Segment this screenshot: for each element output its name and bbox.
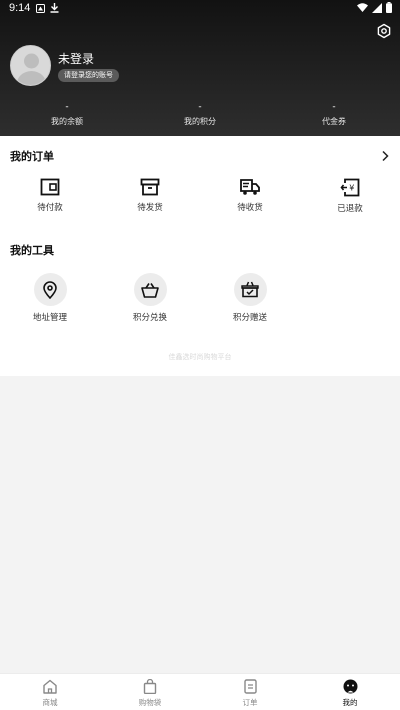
stat-value: - (332, 102, 336, 112)
nav-label: 我的 (342, 698, 358, 707)
signal-icon (372, 2, 382, 13)
order-pending-payment[interactable]: 待付款 (20, 178, 80, 213)
tool-address-management[interactable]: 地址管理 (20, 273, 80, 323)
tool-points-exchange[interactable]: 积分兑换 (120, 273, 180, 323)
order-pending-receipt[interactable]: 待收货 (220, 178, 280, 213)
stat-vouchers[interactable]: - 代金券 (294, 103, 374, 127)
order-refunded[interactable]: ¥ 已退款 (320, 178, 380, 214)
login-status-title: 未登录 (58, 52, 95, 66)
hexagon-settings-icon (377, 23, 391, 39)
status-icons (357, 2, 392, 13)
tool-icon-wrap (133, 273, 167, 306)
tools-section-title: 我的工具 (10, 244, 54, 257)
status-time: 9:14 (9, 2, 31, 14)
nav-shop[interactable]: 商城 (20, 679, 80, 708)
home-icon (43, 679, 57, 694)
order-label: 已退款 (337, 204, 363, 214)
battery-icon (386, 2, 392, 13)
stat-points[interactable]: - 我的积分 (160, 103, 240, 127)
bag-icon (143, 679, 157, 694)
stat-label: 代金券 (322, 117, 346, 126)
basket-icon (141, 282, 159, 298)
order-label: 待发货 (137, 203, 163, 213)
order-label: 待收货 (237, 203, 263, 213)
stat-value: - (65, 102, 69, 112)
nav-label: 订单 (242, 698, 258, 707)
profile-icon (343, 679, 357, 694)
bottom-navigation: 商城 购物袋 订单 我的 (0, 673, 400, 710)
tool-label: 积分赠送 (232, 313, 267, 323)
profile-header: 9:14 未登录 请登录您的账号 - 我的余额 - 我的积分 - 代金券 (0, 0, 400, 136)
platform-footer-note: 佳鑫选时尚购物平台 (168, 353, 232, 361)
nav-label: 购物袋 (138, 698, 162, 707)
user-silhouette-icon (11, 46, 50, 85)
box-icon (140, 178, 160, 196)
orders-more-button[interactable] (380, 147, 390, 162)
status-bar: 9:14 (0, 0, 400, 16)
order-label: 待付款 (37, 203, 63, 213)
tool-label: 地址管理 (32, 313, 67, 323)
tool-points-gift[interactable]: 积分赠送 (220, 273, 280, 323)
chevron-right-icon (382, 150, 389, 162)
login-button[interactable]: 请登录您的账号 (58, 69, 119, 82)
wallet-icon (40, 178, 60, 196)
tool-label: 积分兑换 (132, 313, 167, 323)
main-content: 我的订单 待付款 待发货 待收货 ¥ 已退款 我的工具 地址管理 积分兑换 积分… (0, 136, 400, 376)
avatar[interactable] (10, 45, 51, 86)
refund-icon: ¥ (340, 178, 360, 197)
stats-row: - 我的余额 - 我的积分 - 代金券 (0, 103, 400, 133)
nav-label: 商城 (42, 698, 58, 707)
tool-icon-wrap (233, 273, 267, 306)
nav-mine[interactable]: 我的 (320, 679, 380, 708)
orders-section-title[interactable]: 我的订单 (10, 148, 54, 164)
gift-basket-icon (241, 281, 259, 298)
order-icon (243, 679, 257, 694)
nav-shopping-bag[interactable]: 购物袋 (120, 679, 180, 708)
download-icon (50, 3, 59, 16)
wifi-icon (357, 3, 368, 12)
stat-balance[interactable]: - 我的余额 (27, 103, 107, 127)
notification-app-icon (36, 3, 45, 16)
stat-value: - (198, 102, 202, 112)
nav-orders[interactable]: 订单 (220, 679, 280, 708)
tool-icon-wrap (33, 273, 67, 306)
stat-label: 我的余额 (51, 117, 83, 126)
location-pin-icon (43, 280, 57, 299)
order-pending-shipment[interactable]: 待发货 (120, 178, 180, 213)
svg-text:¥: ¥ (349, 184, 354, 193)
settings-button[interactable] (376, 23, 392, 39)
stat-label: 我的积分 (184, 117, 216, 126)
truck-icon (240, 179, 260, 195)
